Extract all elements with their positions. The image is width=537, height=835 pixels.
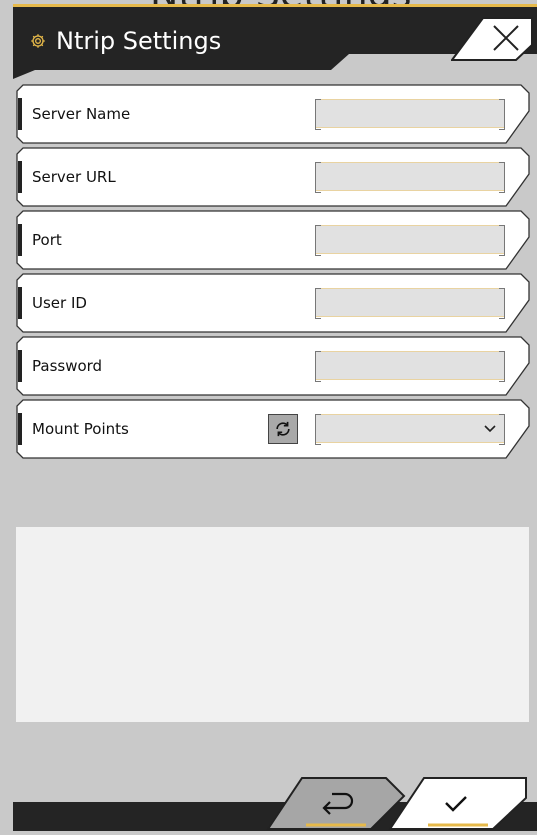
- mount-points-detail-panel: [16, 527, 529, 722]
- row-accent-bar: [18, 98, 22, 130]
- header-accent-line: [13, 4, 537, 7]
- port-input[interactable]: [315, 225, 505, 256]
- chevron-down-icon: [484, 425, 496, 433]
- password-row: Password: [16, 336, 530, 396]
- server-name-label: Server Name: [32, 105, 131, 123]
- server-name-input[interactable]: [315, 99, 505, 130]
- port-label: Port: [32, 231, 62, 249]
- mount-points-select[interactable]: [315, 414, 505, 445]
- row-accent-bar: [18, 413, 22, 445]
- server-url-label: Server URL: [32, 168, 116, 186]
- confirm-button[interactable]: [388, 776, 528, 831]
- user-id-label: User ID: [32, 294, 87, 312]
- page-title: Ntrip Settings: [56, 27, 222, 55]
- server-url-row: Server URL: [16, 147, 530, 207]
- close-button[interactable]: [450, 17, 533, 61]
- user-id-input[interactable]: [315, 288, 505, 319]
- password-label: Password: [32, 357, 103, 375]
- user-id-row: User ID: [16, 273, 530, 333]
- header-title-group: Ntrip Settings: [30, 26, 221, 56]
- server-name-row: Server Name: [16, 84, 530, 144]
- row-accent-bar: [18, 161, 22, 193]
- password-input[interactable]: [315, 351, 505, 382]
- row-accent-bar: [18, 287, 22, 319]
- server-url-input[interactable]: [315, 162, 505, 193]
- mount-points-label: Mount Points: [32, 420, 129, 438]
- refresh-button[interactable]: [268, 414, 298, 444]
- refresh-icon: [276, 421, 290, 437]
- row-accent-bar: [18, 350, 22, 382]
- mount-points-row: Mount Points: [16, 399, 530, 459]
- back-button[interactable]: [266, 776, 406, 831]
- port-row: Port: [16, 210, 530, 270]
- gear-icon: [30, 33, 46, 49]
- row-accent-bar: [18, 224, 22, 256]
